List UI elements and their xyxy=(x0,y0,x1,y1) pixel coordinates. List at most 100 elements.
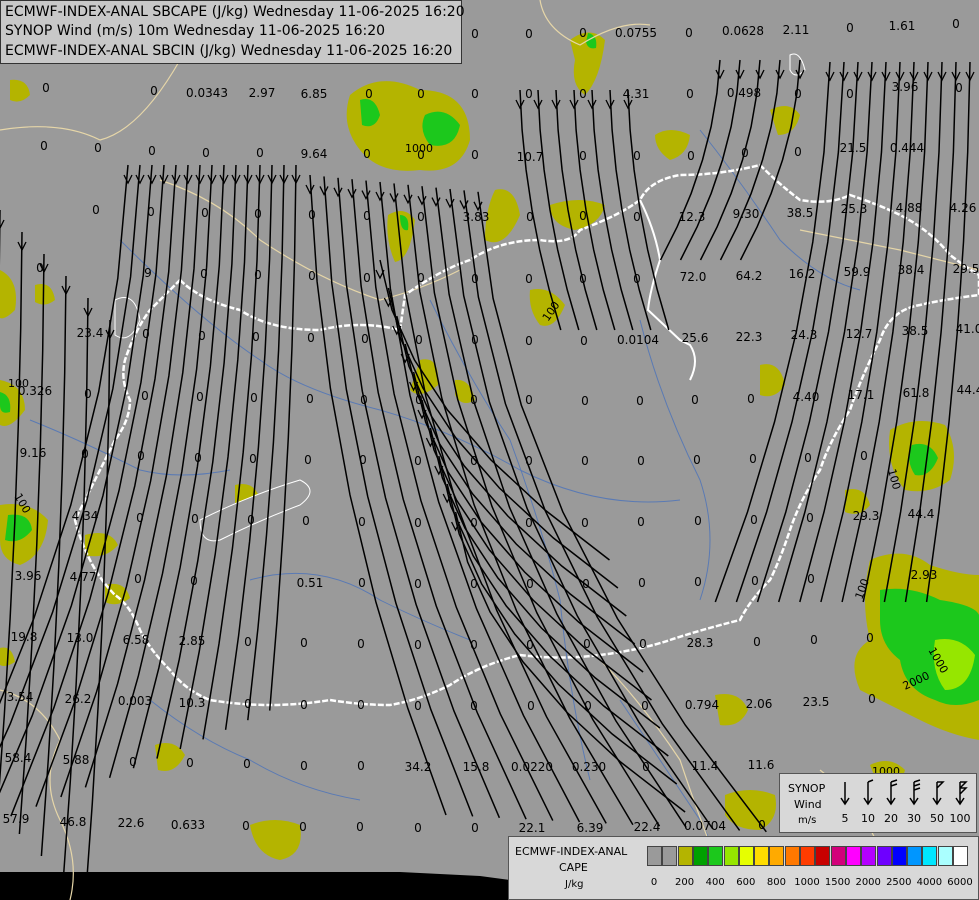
cape-value-label: 38.4 xyxy=(898,263,925,277)
cape-color-swatch xyxy=(815,846,831,866)
cape-value-label: 0 xyxy=(579,272,587,286)
cape-value-label: 19.8 xyxy=(11,630,38,644)
cape-value-label: 0 xyxy=(866,631,874,645)
cape-value-label: 0 xyxy=(686,87,694,101)
cape-color-swatch xyxy=(845,846,861,866)
cape-value-label: 1.61 xyxy=(889,19,916,33)
cape-value-label: 0 xyxy=(471,821,479,835)
cape-value-label: 58.4 xyxy=(5,751,32,765)
cape-value-label: 2.93 xyxy=(911,568,938,582)
cape-value-label: 0 xyxy=(357,637,365,651)
cape-value-label: 0 xyxy=(306,392,314,406)
cape-value-label: 6.58 xyxy=(123,633,150,647)
cape-value-label: 44.4 xyxy=(957,383,979,397)
cape-value-label: 9.30 xyxy=(733,207,760,221)
cape-value-label: 0 xyxy=(242,819,250,833)
cape-value-label: 0 xyxy=(137,449,145,463)
cape-value-label: 0 xyxy=(691,393,699,407)
contour-label: 100 xyxy=(8,377,29,390)
wind-speed-label: 20 xyxy=(884,812,898,825)
cape-value-label: 0 xyxy=(751,574,759,588)
cape-value-label: 0.0755 xyxy=(615,26,657,40)
wind-arrow-icon xyxy=(932,781,945,806)
cape-value-label: 0 xyxy=(846,21,854,35)
cape-value-label: 0 xyxy=(584,699,592,713)
cape-value-label: 26.2 xyxy=(65,692,92,706)
cape-value-label: 0 xyxy=(641,699,649,713)
cape-value-label: 4.34 xyxy=(72,509,99,523)
cape-scale-tick: 0 xyxy=(650,877,658,888)
cape-color-swatch xyxy=(723,846,739,866)
cape-value-label: 0 xyxy=(868,692,876,706)
cape-value-label: 0 xyxy=(470,577,478,591)
cape-color-swatch xyxy=(692,846,708,866)
cape-color-swatch xyxy=(861,846,877,866)
cape-value-label: 0 xyxy=(525,334,533,348)
cape-value-label: 0 xyxy=(794,87,802,101)
cape-value-label: 0 xyxy=(581,454,589,468)
cape-value-label: 0 xyxy=(308,269,316,283)
cape-value-label: 9 xyxy=(144,266,152,280)
cape-value-label: 0 xyxy=(810,633,818,647)
cape-value-label: 0.230 xyxy=(572,760,606,774)
cape-value-label: 22.4 xyxy=(634,820,661,834)
cape-value-label: 0 xyxy=(579,149,587,163)
cape-value-label: 0 xyxy=(414,638,422,652)
cape-value-label: 0 xyxy=(414,454,422,468)
cape-color-swatch xyxy=(891,846,907,866)
cape-color-swatch xyxy=(677,846,693,866)
cape-value-label: 0 xyxy=(527,699,535,713)
cape-value-label: 3.96 xyxy=(892,80,919,94)
cape-value-label: 0 xyxy=(637,515,645,529)
cape-color-swatch xyxy=(769,846,785,866)
cape-value-label: 0 xyxy=(196,390,204,404)
cape-value-label: 0 xyxy=(579,87,587,101)
cape-value-label: 0 xyxy=(415,333,423,347)
cape-value-label: 57.9 xyxy=(3,812,30,826)
wind-speed-label: 10 xyxy=(861,812,875,825)
cape-value-label: 0 xyxy=(417,271,425,285)
cape-scale-tick: 6000 xyxy=(947,877,973,888)
cape-value-label: 0 xyxy=(357,698,365,712)
cape-color-swatch xyxy=(800,846,815,866)
wind-arrow-icon xyxy=(955,781,968,806)
cape-value-label: 0 xyxy=(365,87,373,101)
cape-value-label: 0 xyxy=(186,756,194,770)
cape-color-swatch xyxy=(830,846,846,866)
cape-value-label: 0 xyxy=(693,453,701,467)
cape-value-label: 0 xyxy=(417,210,425,224)
cape-value-label: 12.7 xyxy=(846,327,873,341)
cape-value-label: 0 xyxy=(134,572,142,586)
wind-legend-subtitle: Wind xyxy=(794,798,822,811)
cape-value-label: 0 xyxy=(633,149,641,163)
cape-value-label: 13.0 xyxy=(67,631,94,645)
cape-value-label: 0.0704 xyxy=(684,819,726,833)
cape-value-label: 0 xyxy=(201,206,209,220)
cape-value-label: 0 xyxy=(749,452,757,466)
cape-scale-tick: 2000 xyxy=(855,877,881,888)
cape-value-label: 41.0 xyxy=(956,322,979,336)
cape-value-label: 46.8 xyxy=(60,815,87,829)
cape-value-label: 0 xyxy=(471,148,479,162)
cape-value-label: 0 xyxy=(758,818,766,832)
cape-value-label: 16.2 xyxy=(789,267,816,281)
cape-color-swatch xyxy=(907,846,923,866)
outside-domain-area xyxy=(0,872,510,900)
cape-value-label: 0 xyxy=(358,515,366,529)
cape-value-label: 0 xyxy=(470,638,478,652)
cape-value-label: 0 xyxy=(202,146,210,160)
weather-map[interactable]: 0 0 0.0343 2.97 6.85 0 0 0 0 0 4.31 0 0.498 0 0 3.96 0 0 0… xyxy=(0,0,979,900)
cape-value-label: 11.4 xyxy=(692,759,719,773)
cape-value-label: 0 xyxy=(637,454,645,468)
cape-color-swatch xyxy=(876,846,892,866)
cape-value-label: 0 xyxy=(256,146,264,160)
cape-value-label: 0 xyxy=(955,81,963,95)
cape-value-label: 0 xyxy=(300,759,308,773)
cape-value-label: 9.16 xyxy=(20,446,47,460)
cape-value-label: 12.3 xyxy=(679,210,706,224)
cape-value-label: 0 xyxy=(581,394,589,408)
cape-value-label: 6.85 xyxy=(301,87,328,101)
cape-value-label: 9.64 xyxy=(301,147,328,161)
cape-legend: ECMWF-INDEX-ANAL CAPE J/kg 0 200 400 600 800… xyxy=(508,836,979,900)
cape-value-label: 0 xyxy=(636,394,644,408)
